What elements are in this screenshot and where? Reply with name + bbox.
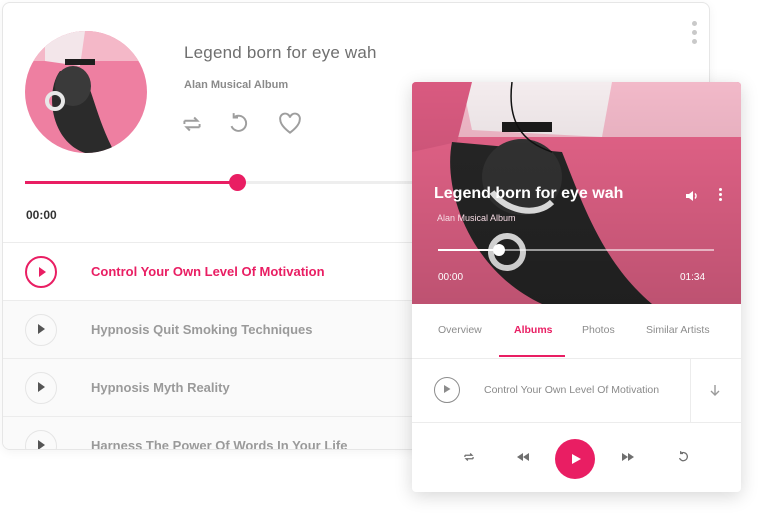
arrow-down-icon[interactable] bbox=[708, 383, 722, 397]
play-icon[interactable] bbox=[25, 314, 57, 346]
play-icon[interactable] bbox=[25, 372, 57, 404]
tab-bar: Overview Albums Photos Similar Artists bbox=[412, 304, 741, 359]
progress-handle[interactable] bbox=[229, 174, 246, 191]
progress-fill bbox=[438, 249, 499, 251]
album-cover-hero: Legend born for eye wah Alan Musical Alb… bbox=[412, 82, 741, 304]
heart-icon[interactable] bbox=[277, 111, 303, 137]
rewind-icon[interactable] bbox=[516, 450, 530, 464]
progress-slider[interactable] bbox=[438, 244, 714, 256]
queue-item[interactable]: Control Your Own Level Of Motivation bbox=[412, 359, 741, 423]
tab-similar-artists[interactable]: Similar Artists bbox=[646, 324, 710, 336]
volume-icon[interactable] bbox=[684, 188, 700, 204]
repeat-icon[interactable] bbox=[179, 111, 205, 137]
album-name: Alan Musical Album bbox=[184, 79, 289, 91]
play-button[interactable] bbox=[555, 439, 595, 479]
tab-albums[interactable]: Albums bbox=[514, 324, 553, 336]
replay-icon[interactable] bbox=[676, 450, 690, 464]
queue-item-title: Control Your Own Level Of Motivation bbox=[484, 384, 660, 396]
now-playing-album: Alan Musical Album bbox=[437, 213, 516, 223]
progress-slider[interactable] bbox=[25, 174, 425, 191]
track-title: Hypnosis Myth Reality bbox=[91, 380, 230, 395]
play-icon[interactable] bbox=[25, 430, 57, 449]
progress-fill bbox=[25, 181, 237, 184]
replay-icon[interactable] bbox=[225, 111, 251, 137]
song-title: Legend born for eye wah bbox=[184, 43, 377, 62]
more-options-icon[interactable] bbox=[689, 21, 699, 47]
play-icon[interactable] bbox=[434, 377, 460, 403]
total-time: 01:34 bbox=[680, 272, 706, 283]
current-time: 00:00 bbox=[438, 272, 464, 283]
tab-photos[interactable]: Photos bbox=[582, 324, 615, 336]
now-playing-title: Legend born for eye wah bbox=[434, 185, 624, 202]
repeat-icon[interactable] bbox=[462, 450, 476, 464]
mini-player-card: Legend born for eye wah Alan Musical Alb… bbox=[412, 82, 741, 492]
progress-handle[interactable] bbox=[492, 244, 505, 256]
fast-forward-icon[interactable] bbox=[621, 450, 635, 464]
more-options-icon[interactable] bbox=[717, 188, 723, 204]
player-controls bbox=[412, 422, 741, 492]
track-title: Harness The Power Of Words In Your Life bbox=[91, 438, 348, 450]
current-time: 00:00 bbox=[26, 208, 57, 222]
active-tab-indicator bbox=[499, 355, 565, 357]
track-title: Control Your Own Level Of Motivation bbox=[91, 264, 325, 279]
divider bbox=[690, 359, 691, 422]
album-cover-image bbox=[25, 31, 147, 153]
play-icon[interactable] bbox=[25, 256, 57, 288]
tab-overview[interactable]: Overview bbox=[438, 324, 482, 336]
track-title: Hypnosis Quit Smoking Techniques bbox=[91, 322, 313, 337]
